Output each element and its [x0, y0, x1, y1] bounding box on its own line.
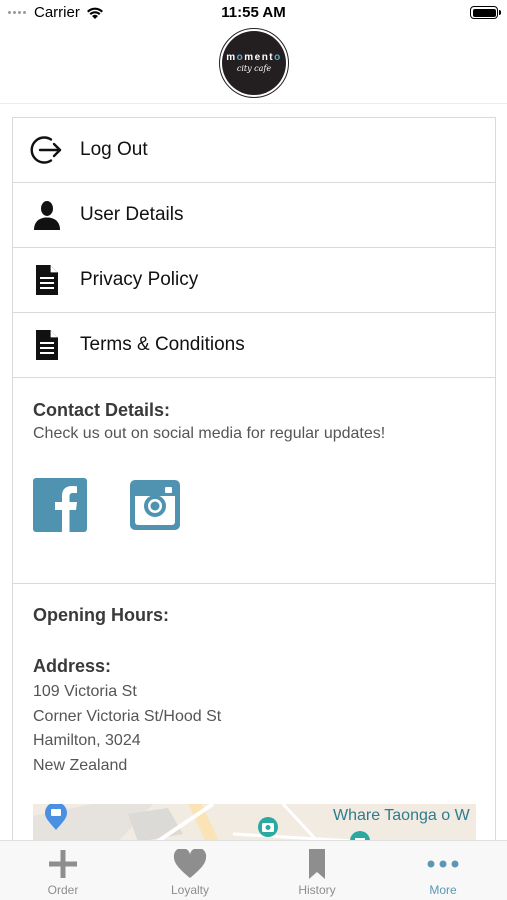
tab-order-label: Order	[47, 883, 79, 897]
heart-icon	[173, 849, 207, 879]
privacy-policy-label: Privacy Policy	[80, 269, 199, 290]
bookmark-icon	[300, 849, 334, 879]
instagram-icon[interactable]	[128, 478, 182, 532]
battery-icon	[470, 6, 501, 19]
logo-subtitle: city cafe	[236, 64, 272, 73]
tab-bar: Order Loyalty History More	[0, 840, 507, 900]
address-title: Address:	[33, 656, 112, 676]
logout-row[interactable]: Log Out	[13, 118, 495, 183]
user-details-row[interactable]: User Details	[13, 183, 495, 248]
status-time: 11:55 AM	[221, 4, 286, 21]
address-line: 109 Victoria St	[33, 683, 137, 700]
contact-title: Contact Details:	[33, 400, 171, 420]
address-line: New Zealand	[33, 757, 128, 774]
tab-history[interactable]: History	[254, 841, 380, 900]
opening-hours-title: Opening Hours:	[33, 605, 169, 625]
more-dots-icon	[426, 849, 460, 879]
map-pin-icon	[45, 804, 67, 830]
logo-wordmark: momento	[226, 52, 282, 63]
map-place-label: Whare Taonga o W	[333, 807, 470, 824]
address-line: Hamilton, 3024	[33, 732, 141, 749]
tab-more[interactable]: More	[380, 841, 506, 900]
cafe-logo: momento city cafe	[219, 28, 289, 98]
more-panel: Log Out User Details Privacy Policy Term…	[12, 117, 496, 858]
logout-icon	[29, 132, 65, 168]
contact-subtitle: Check us out on social media for regular…	[33, 425, 386, 442]
facebook-icon[interactable]	[33, 478, 87, 532]
document-icon	[29, 327, 65, 363]
user-icon	[29, 197, 65, 233]
tab-more-label: More	[429, 883, 457, 897]
address-line: Corner Victoria St/Hood St	[33, 708, 222, 725]
tab-order[interactable]: Order	[0, 841, 126, 900]
more-screen: Carrier 11:55 AM momento city cafe Log O…	[0, 0, 507, 900]
document-icon	[29, 262, 65, 298]
terms-conditions-label: Terms & Conditions	[80, 334, 245, 355]
privacy-policy-row[interactable]: Privacy Policy	[13, 248, 495, 313]
user-details-label: User Details	[80, 204, 184, 225]
logo-badge: momento city cafe	[222, 31, 286, 95]
camera-poi-icon	[258, 817, 278, 837]
battery-fill	[472, 8, 496, 17]
tab-loyalty-label: Loyalty	[170, 883, 210, 897]
tab-loyalty[interactable]: Loyalty	[127, 841, 253, 900]
plus-icon	[46, 849, 80, 879]
contact-section: Contact Details: Check us out on social …	[13, 378, 495, 584]
header: momento city cafe	[0, 26, 507, 104]
terms-conditions-row[interactable]: Terms & Conditions	[13, 313, 495, 378]
logout-label: Log Out	[80, 139, 148, 160]
tab-history-label: History	[298, 883, 336, 897]
status-bar: Carrier 11:55 AM	[0, 0, 507, 26]
